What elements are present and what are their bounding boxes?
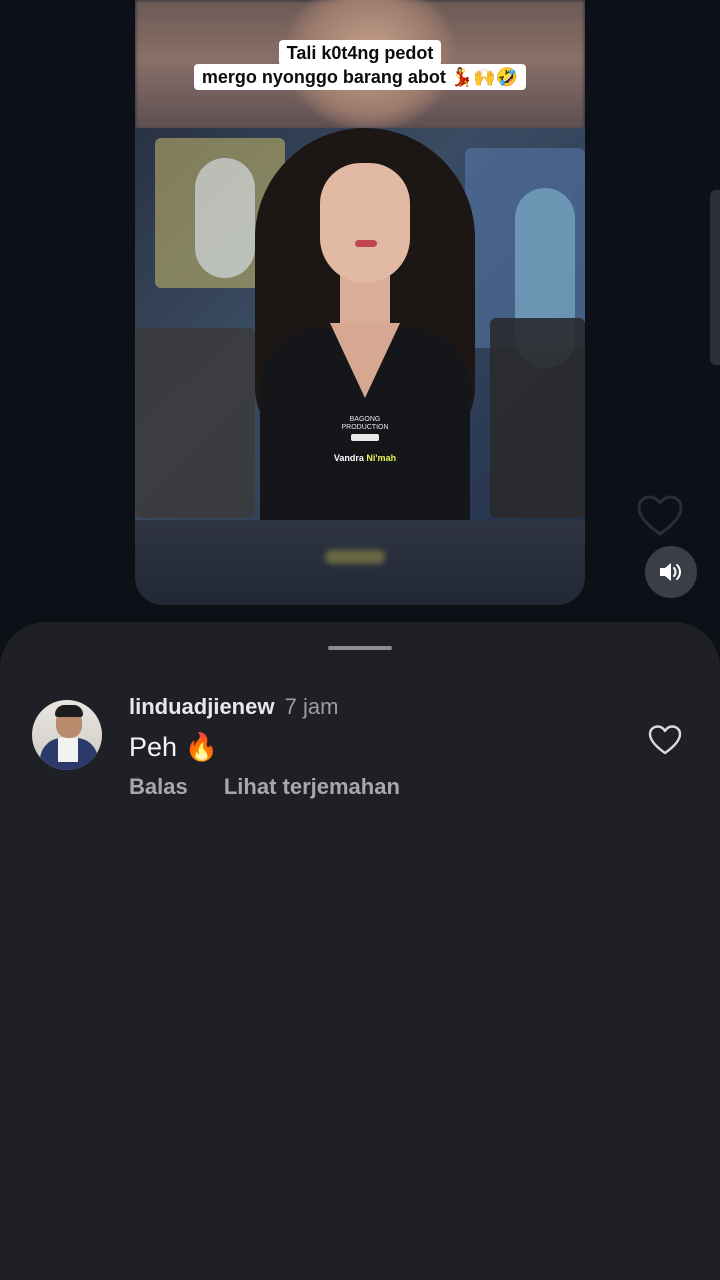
heart-outline-icon[interactable]: [648, 724, 682, 756]
comment-text: Peh 🔥: [129, 732, 219, 762]
video-preview[interactable]: BAGONG PRODUCTION Vandra Ni'mah Tali k0t…: [135, 0, 585, 605]
video-frame: BAGONG PRODUCTION Vandra Ni'mah: [135, 128, 585, 520]
watermark-logo-icon: [351, 434, 379, 441]
heart-outline-icon[interactable]: [636, 494, 684, 538]
watermark-line2: PRODUCTION: [341, 424, 389, 431]
screen: BAGONG PRODUCTION Vandra Ni'mah Tali k0t…: [0, 0, 720, 1280]
volume-button[interactable]: [645, 546, 697, 598]
comment-username[interactable]: linduadjienew: [129, 694, 274, 719]
translate-button[interactable]: Lihat terjemahan: [224, 772, 400, 802]
video-blur-bottom: [135, 520, 585, 605]
video-caption: Tali k0t4ng pedot mergo nyonggo barang a…: [160, 40, 560, 90]
comment-item: linduadjienew 7 jam Peh 🔥 Balas Lihat te…: [0, 692, 720, 812]
side-panel-handle[interactable]: [710, 190, 720, 365]
reply-button[interactable]: Balas: [129, 772, 188, 802]
avatar-shirt: [58, 738, 78, 762]
stage-backdrop: [490, 318, 585, 518]
caption-line-1: Tali k0t4ng pedot: [278, 40, 442, 66]
performer-face: [320, 163, 410, 283]
performer-lips: [355, 240, 377, 247]
caption-line-2: mergo nyonggo barang abot 💃🙌🤣: [193, 64, 527, 90]
comment-actions: Balas Lihat terjemahan: [129, 772, 400, 802]
comment-header: linduadjienew 7 jam: [129, 692, 338, 722]
blurred-detail: [325, 550, 385, 564]
avatar-hair: [55, 705, 83, 717]
artist-first-name: Vandra: [333, 453, 367, 463]
watermark-line1: BAGONG: [349, 416, 381, 423]
comments-sheet: linduadjienew 7 jam Peh 🔥 Balas Lihat te…: [0, 622, 720, 1280]
comment-timestamp: 7 jam: [284, 694, 339, 719]
video-watermark: BAGONG PRODUCTION: [235, 416, 495, 444]
performer: BAGONG PRODUCTION Vandra Ni'mah: [235, 128, 495, 520]
sheet-drag-handle[interactable]: [328, 646, 392, 650]
artist-last-name: Ni'mah: [366, 453, 397, 463]
artist-name: Vandra Ni'mah: [235, 453, 495, 463]
speaker-volume-icon: [660, 563, 681, 581]
avatar[interactable]: [32, 700, 102, 770]
